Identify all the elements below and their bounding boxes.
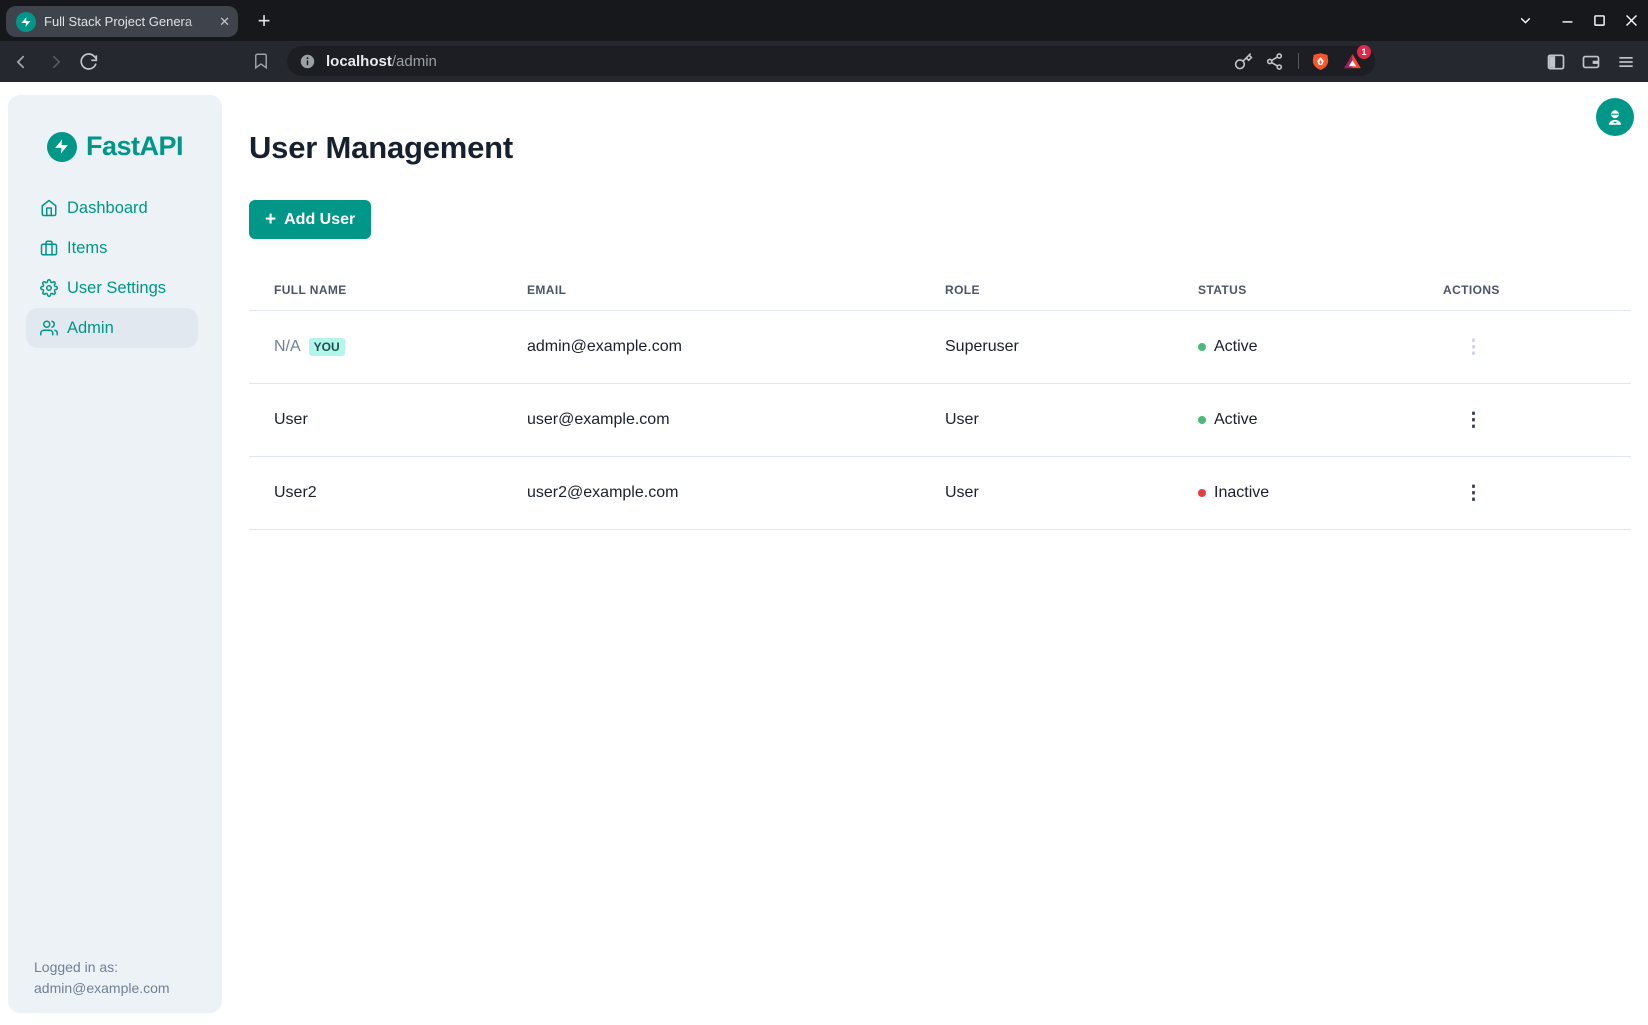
column-header: STATUS [1198, 283, 1443, 297]
sidebar-nav: Dashboard Items User Settings Admin [26, 188, 198, 348]
add-user-button[interactable]: + Add User [249, 200, 371, 239]
table-row: N/A YOU admin@example.com Superuser Activ… [249, 311, 1631, 384]
row-actions-button[interactable]: ⋮ [1456, 409, 1491, 432]
status-dot [1198, 343, 1206, 351]
cell-status: Active [1198, 411, 1443, 429]
home-icon [40, 199, 58, 217]
gear-icon [40, 279, 58, 297]
rewards-badge: 1 [1357, 45, 1371, 59]
sidebar-item-items[interactable]: Items [26, 228, 198, 268]
cell-status: Inactive [1198, 484, 1443, 502]
cell-email: user2@example.com [527, 484, 945, 502]
tab-search-icon[interactable] [1517, 12, 1534, 29]
app-page: FastAPI Dashboard Items User Settings Admin… [0, 82, 1648, 1025]
window-close-button[interactable] [1623, 12, 1640, 29]
url-text: localhost/admin [326, 53, 437, 70]
toolbar-divider [1298, 53, 1299, 69]
fastapi-favicon-icon [16, 12, 36, 32]
logged-in-email: admin@example.com [34, 978, 170, 999]
sidebar-item-label: Dashboard [67, 199, 148, 218]
address-bar[interactable]: localhost/admin 1 [287, 46, 1375, 76]
cell-email: admin@example.com [527, 338, 945, 356]
table-row: User user@example.com User Active ⋮ [249, 384, 1631, 457]
add-user-label: Add User [284, 211, 355, 229]
cell-actions: ⋮ [1443, 482, 1631, 505]
page-title: User Management [249, 130, 513, 166]
table-header-row: FULL NAMEEMAILROLESTATUSACTIONS [249, 270, 1631, 311]
cell-actions: ⋮ [1443, 409, 1631, 432]
briefcase-icon [40, 239, 58, 257]
user-astronaut-icon [1604, 106, 1626, 128]
window-controls [1517, 0, 1640, 41]
new-tab-button[interactable]: + [250, 7, 278, 35]
menu-icon[interactable] [1616, 52, 1636, 72]
status-text: Inactive [1214, 484, 1269, 502]
status-text: Active [1214, 411, 1258, 429]
sidebar-item-label: Items [67, 239, 107, 258]
tab-title: Full Stack Project Genera [44, 14, 215, 29]
full-name-text: User [274, 411, 308, 428]
share-icon[interactable] [1265, 52, 1284, 71]
sidebar-item-user-settings[interactable]: User Settings [26, 268, 198, 308]
cell-email: user@example.com [527, 411, 945, 429]
sidebar-item-label: Admin [67, 319, 114, 338]
browser-toolbar: localhost/admin 1 [0, 41, 1648, 82]
cell-full-name: N/A YOU [249, 338, 527, 356]
column-header: ROLE [945, 283, 1198, 297]
browser-chrome: Full Stack Project Genera ✕ + [0, 0, 1648, 82]
brave-shield-icon[interactable] [1311, 52, 1330, 71]
cell-role: User [945, 411, 1198, 429]
full-name-text: N/A [274, 338, 301, 355]
cell-role: User [945, 484, 1198, 502]
users-icon [40, 319, 58, 337]
back-button[interactable] [12, 52, 32, 72]
status-text: Active [1214, 338, 1258, 356]
fastapi-logo-icon [47, 132, 77, 162]
bookmark-icon[interactable] [252, 52, 270, 70]
reload-button[interactable] [78, 52, 98, 72]
users-table: FULL NAMEEMAILROLESTATUSACTIONS N/A YOU a… [249, 270, 1631, 530]
status-dot [1198, 489, 1206, 497]
table-row: User2 user2@example.com User Inactive ⋮ [249, 457, 1631, 530]
you-badge: YOU [309, 338, 345, 356]
browser-tab[interactable]: Full Stack Project Genera ✕ [6, 6, 238, 37]
tab-close-icon[interactable]: ✕ [219, 14, 230, 30]
url-host: localhost [326, 53, 392, 70]
brave-rewards-icon[interactable]: 1 [1342, 51, 1363, 72]
logged-in-label: Logged in as: [34, 957, 170, 978]
row-actions-button: ⋮ [1456, 336, 1491, 359]
forward-button[interactable] [45, 52, 65, 72]
tab-strip: Full Stack Project Genera ✕ + [0, 0, 1648, 41]
window-minimize-button[interactable] [1559, 12, 1576, 29]
status-dot [1198, 416, 1206, 424]
cell-actions: ⋮ [1443, 336, 1631, 359]
cell-full-name: User2 [249, 484, 527, 502]
cell-status: Active [1198, 338, 1443, 356]
user-menu-button[interactable] [1596, 98, 1634, 136]
row-actions-button[interactable]: ⋮ [1456, 482, 1491, 505]
sidebar-item-dashboard[interactable]: Dashboard [26, 188, 198, 228]
window-maximize-button[interactable] [1591, 12, 1608, 29]
full-name-text: User2 [274, 484, 317, 501]
password-key-icon[interactable] [1234, 52, 1253, 71]
sidebar-footer: Logged in as: admin@example.com [34, 957, 170, 999]
logo-text: FastAPI [86, 131, 183, 162]
cell-role: Superuser [945, 338, 1198, 356]
side-panel-icon[interactable] [1546, 52, 1566, 72]
column-header: FULL NAME [249, 283, 527, 297]
column-header: ACTIONS [1443, 283, 1631, 297]
fastapi-logo: FastAPI [8, 95, 222, 162]
url-path: /admin [392, 53, 437, 70]
plus-icon: + [265, 209, 276, 231]
wallet-icon[interactable] [1581, 52, 1601, 72]
cell-full-name: User [249, 411, 527, 429]
column-header: EMAIL [527, 283, 945, 297]
sidebar-item-admin[interactable]: Admin [26, 308, 198, 348]
table-body: N/A YOU admin@example.com Superuser Activ… [249, 311, 1631, 530]
sidebar: FastAPI Dashboard Items User Settings Admin… [8, 95, 222, 1013]
site-info-icon[interactable] [299, 53, 316, 70]
sidebar-item-label: User Settings [67, 279, 166, 298]
